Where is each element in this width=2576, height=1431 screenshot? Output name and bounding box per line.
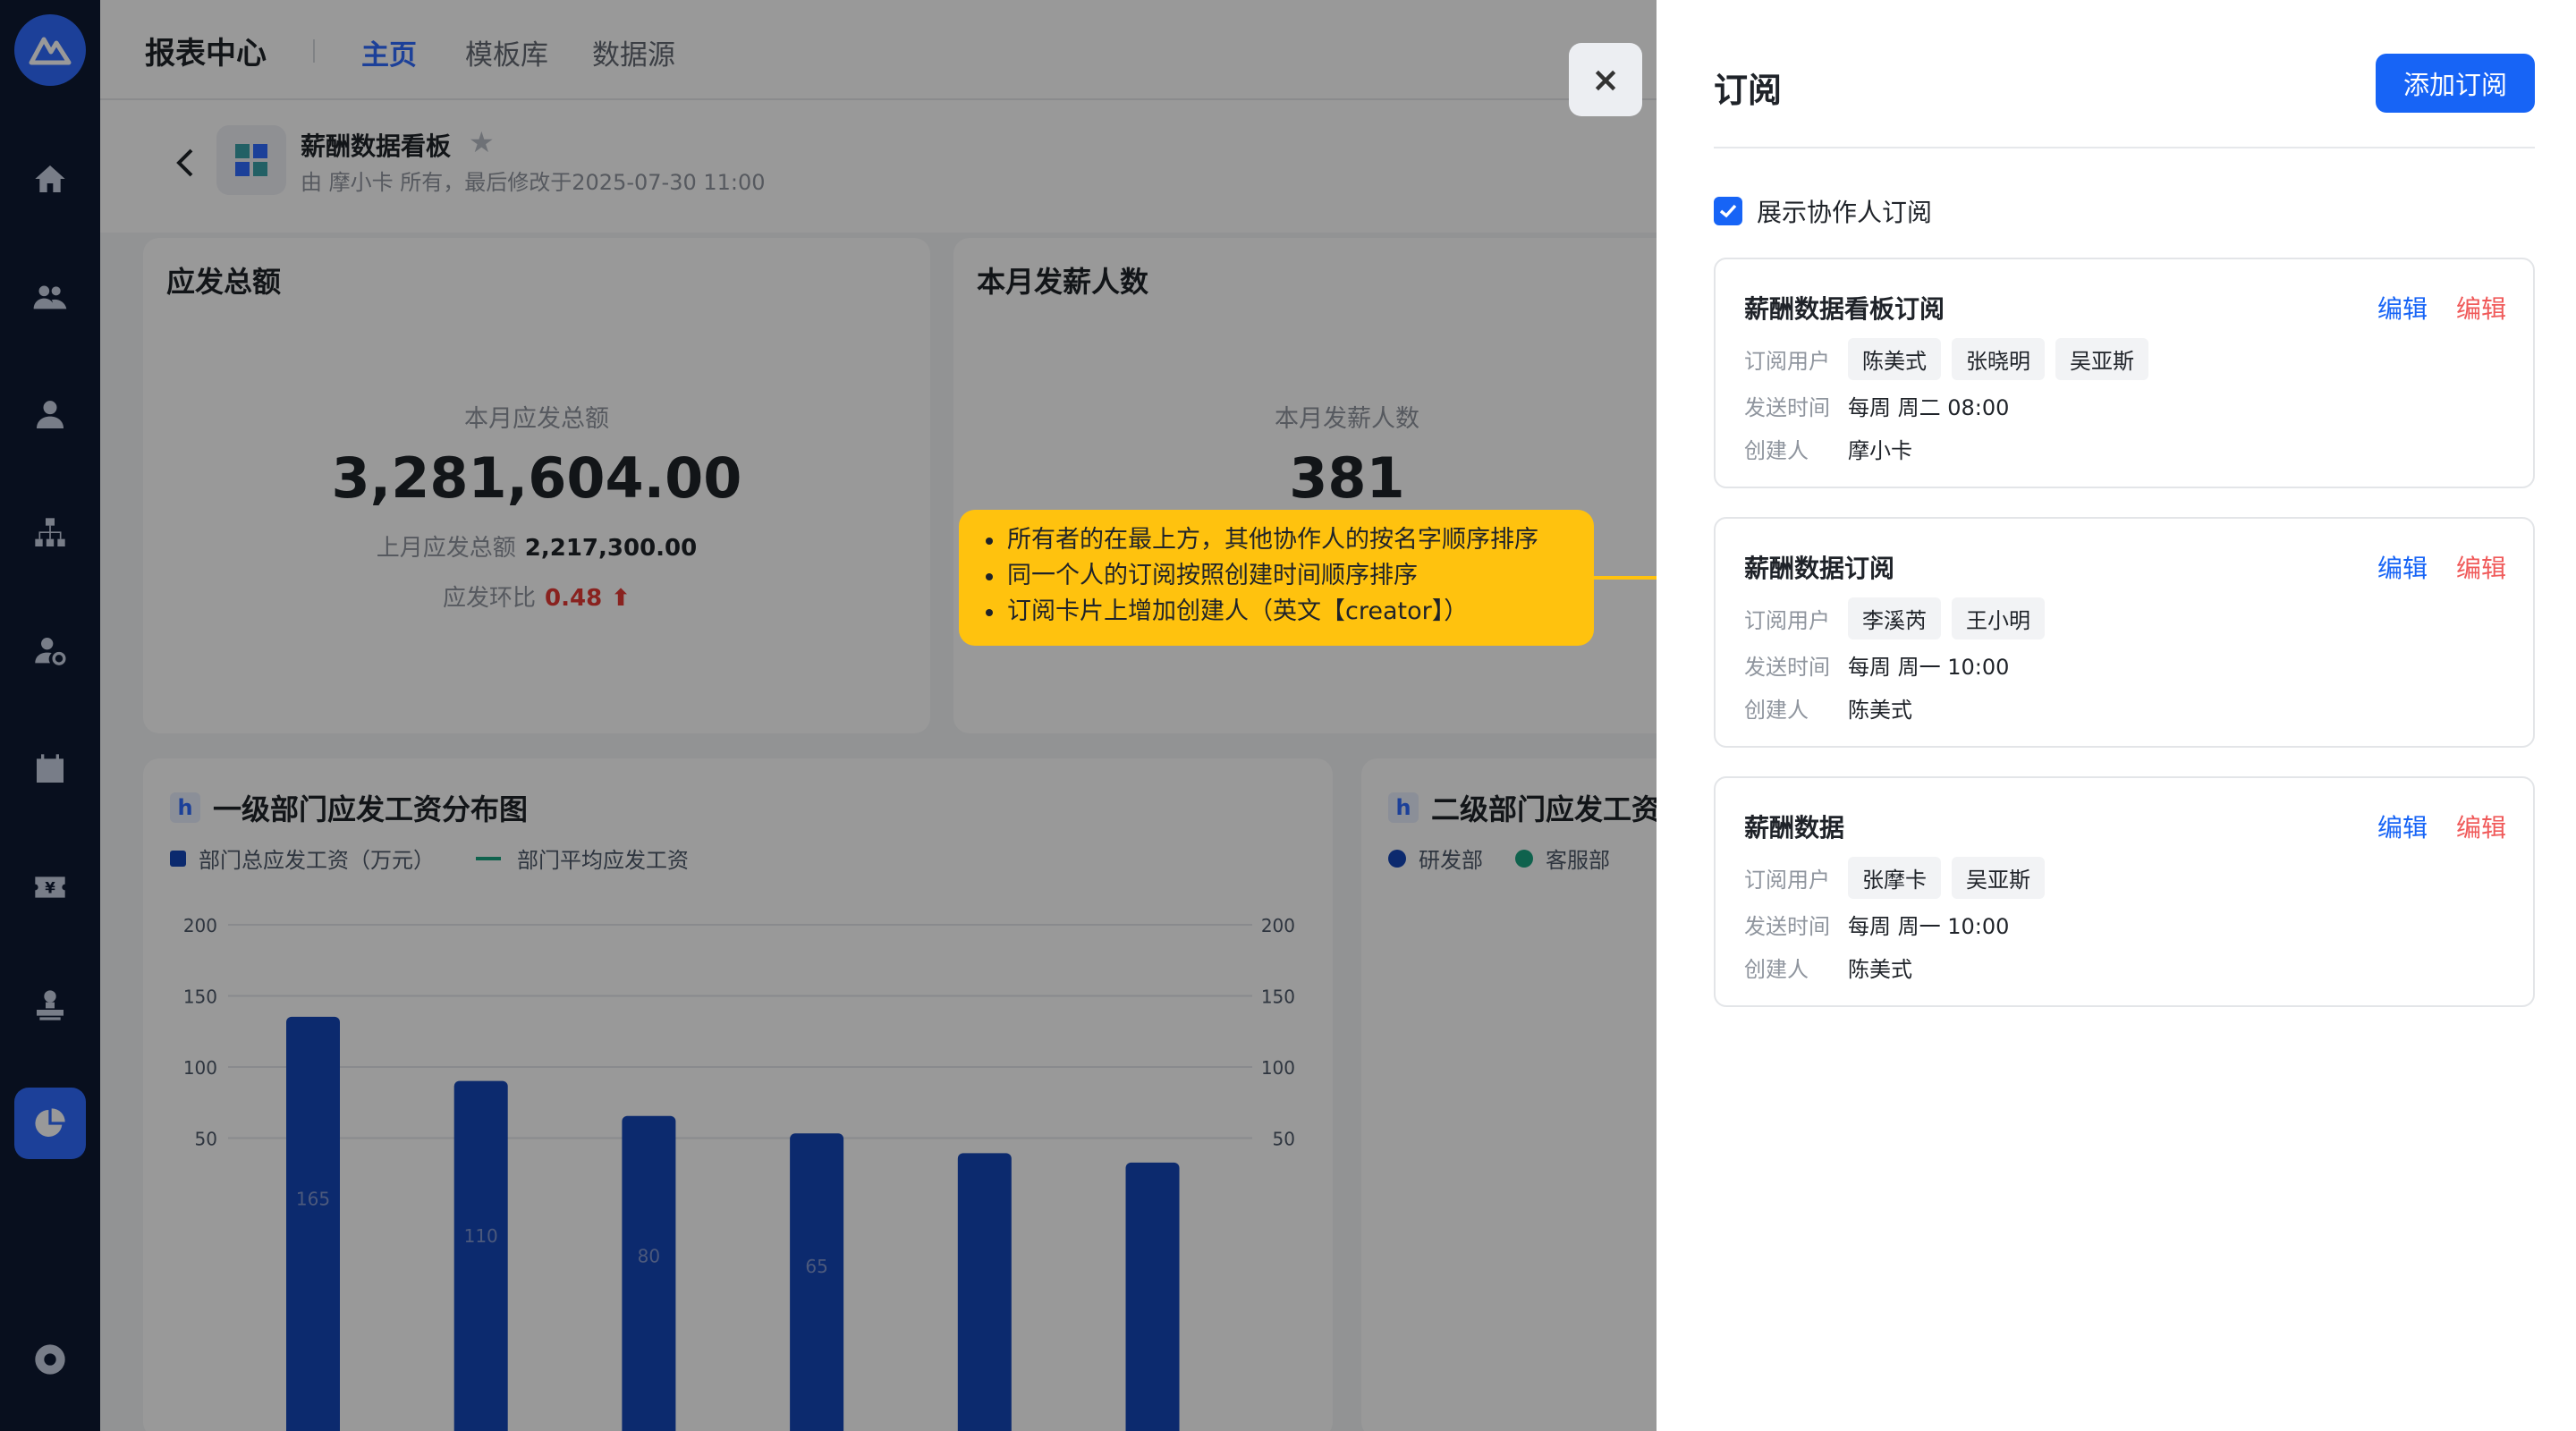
user-tag: 吴亚斯 <box>2055 338 2148 380</box>
subscription-card: 薪酬数据 编辑 编辑 订阅用户 张摩卡 吴亚斯 发送时间 每周 周一 10:00 … <box>1714 776 2535 1007</box>
subscription-name: 薪酬数据 <box>1744 813 1845 843</box>
callout-line: 所有者的在最上方，其他协作人的按名字顺序排序 <box>980 522 1572 558</box>
user-tag: 王小明 <box>1952 597 2045 639</box>
edit-button-danger[interactable]: 编辑 <box>2456 290 2506 326</box>
edit-button-danger[interactable]: 编辑 <box>2456 809 2506 844</box>
modal-overlay[interactable] <box>0 0 1657 1431</box>
time-value: 每周 周二 08:00 <box>1848 395 2010 420</box>
check-icon <box>1719 204 1737 218</box>
subscription-name: 薪酬数据看板订阅 <box>1744 294 1945 324</box>
time-label: 发送时间 <box>1744 655 1830 680</box>
creator-value: 摩小卡 <box>1848 438 1912 463</box>
creator-label: 创建人 <box>1744 438 1809 463</box>
time-value: 每周 周一 10:00 <box>1848 914 2010 939</box>
user-tags: 张摩卡 吴亚斯 <box>1848 857 2055 899</box>
annotation-callout: 所有者的在最上方，其他协作人的按名字顺序排序 同一个人的订阅按照创建时间顺序排序… <box>959 510 1594 646</box>
user-tags: 陈美式 张晓明 吴亚斯 <box>1848 338 2159 380</box>
users-label: 订阅用户 <box>1744 349 1830 374</box>
user-tag: 吴亚斯 <box>1952 857 2045 899</box>
creator-row: 创建人 陈美式 <box>1744 692 1912 724</box>
creator-value: 陈美式 <box>1848 698 1912 723</box>
edit-button[interactable]: 编辑 <box>2377 290 2428 326</box>
edit-button[interactable]: 编辑 <box>2377 809 2428 844</box>
users-label: 订阅用户 <box>1744 608 1830 633</box>
creator-row: 创建人 摩小卡 <box>1744 433 1912 464</box>
edit-button[interactable]: 编辑 <box>2377 549 2428 585</box>
creator-row: 创建人 陈美式 <box>1744 952 1912 983</box>
users-row: 订阅用户 张摩卡 吴亚斯 <box>1744 857 2055 899</box>
user-tags: 李溪芮 王小明 <box>1848 597 2055 639</box>
time-row: 发送时间 每周 周一 10:00 <box>1744 649 2009 681</box>
subscription-name: 薪酬数据订阅 <box>1744 554 1895 583</box>
users-row: 订阅用户 陈美式 张晓明 吴亚斯 <box>1744 338 2159 380</box>
checkbox-checked[interactable] <box>1714 197 1742 225</box>
drawer-title: 订阅 <box>1714 71 1783 110</box>
drawer-divider <box>1714 147 2535 148</box>
time-label: 发送时间 <box>1744 914 1830 939</box>
edit-button-danger[interactable]: 编辑 <box>2456 549 2506 585</box>
show-collab-label: 展示协作人订阅 <box>1757 198 1933 227</box>
show-collab-toggle[interactable]: 展示协作人订阅 <box>1714 193 1932 229</box>
user-tag: 张晓明 <box>1952 338 2045 380</box>
add-subscription-button[interactable]: 添加订阅 <box>2376 54 2535 113</box>
user-tag: 李溪芮 <box>1848 597 1941 639</box>
creator-value: 陈美式 <box>1848 957 1912 982</box>
time-value: 每周 周一 10:00 <box>1848 655 2010 680</box>
users-row: 订阅用户 李溪芮 王小明 <box>1744 597 2055 639</box>
time-label: 发送时间 <box>1744 395 1830 420</box>
close-drawer-button[interactable]: × <box>1569 43 1642 116</box>
user-tag: 张摩卡 <box>1848 857 1941 899</box>
callout-line: 订阅卡片上增加创建人（英文【creator】） <box>980 594 1572 630</box>
creator-label: 创建人 <box>1744 698 1809 723</box>
time-row: 发送时间 每周 周二 08:00 <box>1744 390 2009 421</box>
creator-label: 创建人 <box>1744 957 1809 982</box>
time-row: 发送时间 每周 周一 10:00 <box>1744 909 2009 940</box>
subscription-drawer: 订阅 添加订阅 展示协作人订阅 薪酬数据看板订阅 编辑 编辑 订阅用户 陈美式张… <box>1657 0 2576 1431</box>
subscription-card: 薪酬数据订阅 编辑 编辑 订阅用户 李溪芮 王小明 发送时间 每周 周一 10:0… <box>1714 517 2535 748</box>
user-tag: 陈美式 <box>1848 338 1941 380</box>
callout-line: 同一个人的订阅按照创建时间顺序排序 <box>980 558 1572 594</box>
users-label: 订阅用户 <box>1744 868 1830 893</box>
subscription-card: 薪酬数据看板订阅 编辑 编辑 订阅用户 陈美式 张晓明 吴亚斯 发送时间 每周 周二… <box>1714 258 2535 488</box>
